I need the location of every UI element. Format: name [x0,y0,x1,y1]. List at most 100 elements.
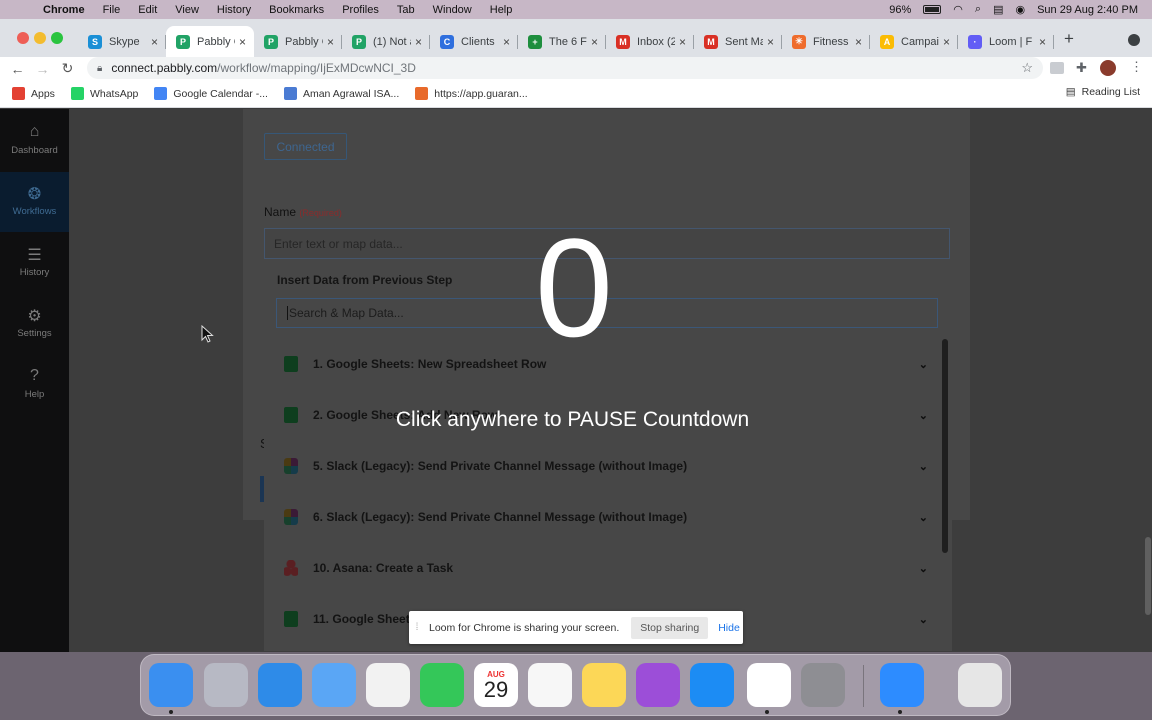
menubar-clock[interactable]: Sun 29 Aug 2:40 PM [1037,4,1138,16]
chevron-down-icon[interactable]: ⌄ [919,358,936,371]
sidebar-item-dashboard[interactable]: ⌂ Dashboard [0,111,69,171]
launchpad-icon[interactable] [204,663,248,707]
zoom-icon[interactable] [880,663,924,707]
browser-tab[interactable]: C Clients × [430,26,518,57]
browser-tab[interactable]: M Inbox (2 × [606,26,694,57]
workflows-icon: ❂ [27,186,42,203]
wifi-icon[interactable]: ◠ [953,3,963,16]
spotlight-search-icon[interactable]: ⌕ [975,3,981,16]
browser-tab[interactable]: · Loom | F × [958,26,1054,57]
finder-icon[interactable] [149,663,193,707]
tab-close-icon[interactable]: × [327,35,334,49]
window-minimize-button[interactable] [34,32,46,44]
trash-icon[interactable] [958,663,1002,707]
sidebar-item-workflows[interactable]: ❂ Workflows [0,172,69,232]
sidebar-item-settings[interactable]: ⚙ Settings [0,294,69,354]
tab-favicon-icon: + [528,34,542,49]
connected-button[interactable]: Connected [264,133,347,160]
tab-close-icon[interactable]: × [679,35,686,49]
browser-tab[interactable]: + The 6 Fi × [518,26,606,57]
menu-tab[interactable]: Tab [388,4,424,16]
menu-edit[interactable]: Edit [129,4,166,16]
control-center-icon[interactable]: ▤ [993,3,1003,16]
countdown-number[interactable]: 0 [474,208,674,368]
menu-window[interactable]: Window [424,4,481,16]
app-store-icon[interactable] [690,663,734,707]
step-list-item[interactable]: 6. Slack (Legacy): Send Private Channel … [276,493,936,541]
chevron-down-icon[interactable]: ⌄ [919,460,936,473]
stop-sharing-button[interactable]: Stop sharing [631,616,709,639]
siri-icon[interactable]: ◉ [1015,3,1025,16]
battery-icon[interactable] [923,5,942,14]
menu-bookmarks[interactable]: Bookmarks [260,4,333,16]
hide-banner-button[interactable]: Hide [718,622,740,634]
chrome-menu-icon[interactable]: ⋮ [1130,59,1143,75]
tab-search-icon[interactable] [1128,34,1140,46]
photos-icon[interactable] [366,663,410,707]
lock-icon[interactable]: 🔒︎ [97,63,102,74]
chevron-down-icon[interactable]: ⌄ [919,511,936,524]
menu-app-name[interactable]: Chrome [34,4,94,16]
chevron-down-icon[interactable]: ⌄ [919,562,936,575]
system-preferences-icon[interactable] [801,663,845,707]
extension-code-icon[interactable] [1050,62,1064,74]
reading-list-button[interactable]: ▤ Reading List [1066,86,1140,98]
tab-close-icon[interactable]: × [591,35,598,49]
safari-icon[interactable] [258,663,302,707]
calendar-icon[interactable]: AUG 29 [474,663,518,707]
profile-avatar[interactable] [1100,60,1116,76]
step-list-item[interactable]: 10. Asana: Create a Task ⌄ [276,544,936,592]
bookmark-item[interactable]: WhatsApp [63,87,146,100]
extensions-puzzle-icon[interactable]: ✚ [1076,60,1087,76]
bookmark-item[interactable]: https://app.guaran... [407,87,535,100]
notes-icon[interactable] [582,663,626,707]
new-tab-plus-icon[interactable]: + [1064,29,1074,49]
tab-close-icon[interactable]: × [503,35,510,49]
reminders-icon[interactable] [528,663,572,707]
bookmark-item[interactable]: Apps [4,87,63,100]
tab-close-icon[interactable]: × [767,35,774,49]
step-list-item[interactable]: 5. Slack (Legacy): Send Private Channel … [276,442,936,490]
window-close-button[interactable] [17,32,29,44]
forward-arrow-icon[interactable]: → [30,61,55,77]
reload-icon[interactable]: ↻ [55,60,80,77]
tab-close-icon[interactable]: × [239,35,246,49]
browser-tab[interactable]: P (1) Not a × [342,26,430,57]
facetime-icon[interactable] [420,663,464,707]
tab-close-icon[interactable]: × [943,35,950,49]
back-arrow-icon[interactable]: ← [5,61,30,77]
menu-help[interactable]: Help [481,4,522,16]
podcasts-icon[interactable] [636,663,680,707]
chrome-icon[interactable] [747,663,791,707]
tab-close-icon[interactable]: × [415,35,422,49]
dropdown-scrollbar[interactable] [942,339,948,553]
browser-tab[interactable]: P Pabbly C × [166,26,254,57]
chevron-down-icon[interactable]: ⌄ [919,409,936,422]
mail-icon[interactable] [312,663,356,707]
window-zoom-button[interactable] [51,32,63,44]
menu-profiles[interactable]: Profiles [333,4,388,16]
browser-tab[interactable]: A Campaig × [870,26,958,57]
page-scrollbar[interactable] [1145,537,1151,615]
battery-percent[interactable]: 96% [889,4,911,16]
menu-history[interactable]: History [208,4,260,16]
menu-view[interactable]: View [166,4,208,16]
sidebar-item-history[interactable]: ☰ History [0,233,69,293]
chevron-down-icon[interactable]: ⌄ [919,613,936,626]
tab-close-icon[interactable]: × [855,35,862,49]
bookmark-item[interactable]: Aman Agrawal ISA... [276,87,407,100]
bookmark-item[interactable]: Google Calendar -... [146,87,276,100]
browser-tab[interactable]: M Sent Ma × [694,26,782,57]
drag-handle-icon[interactable]: ⁞ [409,622,425,633]
menu-file[interactable]: File [94,4,130,16]
bookmark-label: Aman Agrawal ISA... [302,87,400,100]
browser-tab[interactable]: S Skype × [78,26,166,57]
pause-countdown-message[interactable]: Click anywhere to PAUSE Countdown [340,408,805,432]
tab-close-icon[interactable]: × [1039,35,1046,49]
sidebar-item-help[interactable]: ? Help [0,355,69,415]
address-bar[interactable]: 🔒︎ connect.pabbly.com/workflow/mapping/I… [87,57,1043,79]
bookmark-star-icon[interactable]: ☆ [1021,60,1033,76]
browser-tab[interactable]: ✳ Fitness × [782,26,870,57]
tab-close-icon[interactable]: × [151,35,158,49]
browser-tab[interactable]: P Pabbly C × [254,26,342,57]
